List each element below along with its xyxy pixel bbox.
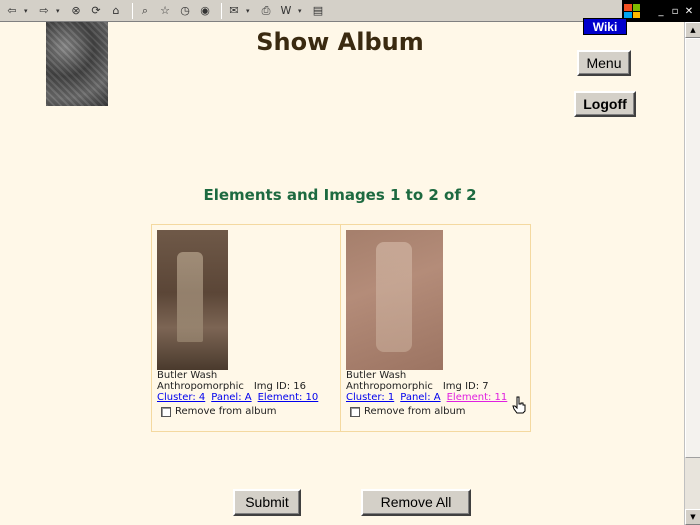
remove-from-album-checkbox[interactable] xyxy=(161,406,171,417)
item-links: Cluster: 1 Panel: A Element: 11 xyxy=(346,392,530,404)
element-link[interactable]: Element: 11 xyxy=(447,392,508,404)
edit-dropdown-icon[interactable]: ▾ xyxy=(298,7,306,15)
album-subheading: Elements and Images 1 to 2 of 2 xyxy=(203,186,477,204)
search-icon[interactable]: ⌕ xyxy=(137,3,153,19)
logoff-button[interactable]: Logoff xyxy=(574,91,636,117)
toolbar-separator xyxy=(132,2,133,19)
remove-all-button[interactable]: Remove All xyxy=(361,489,471,516)
mail-dropdown-icon[interactable]: ▾ xyxy=(246,7,254,15)
item-type: Anthropomorphic xyxy=(157,381,244,392)
petroglyph-thumbnail[interactable] xyxy=(157,230,228,370)
favorites-icon[interactable]: ☆ xyxy=(157,3,173,19)
scroll-down-icon[interactable]: ▼ xyxy=(685,509,700,525)
petroglyph-thumbnail[interactable] xyxy=(346,230,443,370)
scroll-thumb[interactable] xyxy=(685,38,700,458)
remove-from-album-row: Remove from album xyxy=(161,406,340,417)
item-meta: Anthropomorphic Img ID: 16 xyxy=(157,381,340,392)
refresh-icon[interactable]: ⟳ xyxy=(88,3,104,19)
minimize-icon[interactable]: _ xyxy=(654,6,668,17)
forward-dropdown-icon[interactable]: ▾ xyxy=(56,7,64,15)
forward-icon[interactable]: ⇨ xyxy=(36,3,52,19)
item-img-id: Img ID: 16 xyxy=(253,381,306,392)
item-links: Cluster: 4 Panel: A Element: 10 xyxy=(157,392,340,404)
item-img-id: Img ID: 7 xyxy=(442,381,489,392)
remove-from-album-label: Remove from album xyxy=(364,406,466,417)
item-location: Butler Wash xyxy=(157,370,218,381)
remove-from-album-checkbox[interactable] xyxy=(350,406,360,417)
cluster-link[interactable]: Cluster: 1 xyxy=(346,392,394,404)
restore-icon[interactable]: ▫ xyxy=(668,6,682,17)
remove-from-album-label: Remove from album xyxy=(175,406,277,417)
home-icon[interactable]: ⌂ xyxy=(108,3,124,19)
album-item: Butler Wash Anthropomorphic Img ID: 16 C… xyxy=(152,225,341,431)
submit-button[interactable]: Submit xyxy=(233,489,301,516)
site-logo[interactable] xyxy=(46,22,108,106)
item-type: Anthropomorphic xyxy=(346,381,433,392)
back-icon[interactable]: ⇦ xyxy=(4,3,20,19)
remove-from-album-row: Remove from album xyxy=(350,406,530,417)
windows-logo-icon xyxy=(624,4,640,18)
album-grid: Butler Wash Anthropomorphic Img ID: 16 C… xyxy=(151,224,531,432)
item-meta: Anthropomorphic Img ID: 7 xyxy=(346,381,530,392)
toolbar-separator xyxy=(221,2,222,19)
page-title: Show Album xyxy=(256,28,424,56)
element-link[interactable]: Element: 10 xyxy=(258,392,319,404)
item-location: Butler Wash xyxy=(346,370,407,381)
scroll-up-icon[interactable]: ▲ xyxy=(685,22,700,38)
wiki-button[interactable]: Wiki xyxy=(583,18,627,35)
panel-link[interactable]: Panel: A xyxy=(400,392,440,404)
menu-button[interactable]: Menu xyxy=(577,50,631,76)
discuss-icon[interactable]: ▤ xyxy=(310,3,326,19)
history-icon[interactable]: ◷ xyxy=(177,3,193,19)
back-dropdown-icon[interactable]: ▾ xyxy=(24,7,32,15)
cluster-link[interactable]: Cluster: 4 xyxy=(157,392,205,404)
mail-icon[interactable]: ✉ xyxy=(226,3,242,19)
media-icon[interactable]: ◉ xyxy=(197,3,213,19)
print-icon[interactable]: ⎙ xyxy=(258,3,274,19)
vertical-scrollbar[interactable]: ▲ ▼ xyxy=(684,22,700,525)
hand-cursor-icon xyxy=(512,396,526,414)
window-controls: _ ▫ ✕ xyxy=(622,0,700,22)
stop-icon[interactable]: ⊗ xyxy=(68,3,84,19)
edit-icon[interactable]: W xyxy=(278,3,294,19)
panel-link[interactable]: Panel: A xyxy=(211,392,251,404)
close-icon[interactable]: ✕ xyxy=(682,6,696,17)
album-item: Butler Wash Anthropomorphic Img ID: 7 Cl… xyxy=(341,225,530,431)
